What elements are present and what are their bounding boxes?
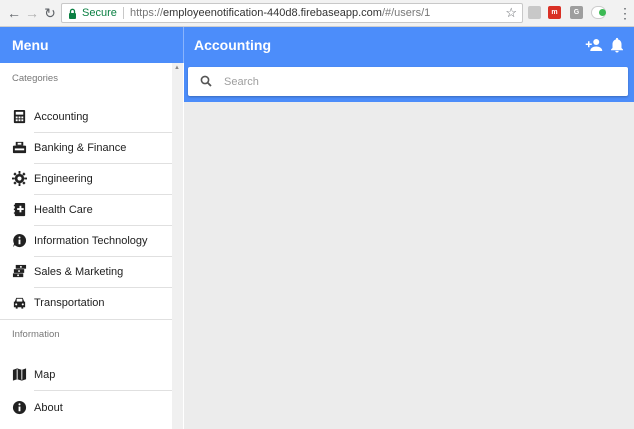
sidebar-item-engineering[interactable]: Engineering: [0, 164, 172, 195]
sidebar-item-transportation[interactable]: Transportation: [0, 288, 172, 319]
search-input[interactable]: [224, 72, 614, 91]
reload-icon[interactable]: ↻: [42, 5, 58, 21]
app-header: Menu Accounting: [0, 27, 634, 63]
sidebar-scrollbar[interactable]: [172, 63, 183, 429]
extension-toggle-icon[interactable]: [591, 6, 606, 19]
sidebar-item-label: Map: [34, 369, 56, 381]
sidebar-item-accounting[interactable]: Accounting: [0, 102, 172, 133]
sidebar-item-label: Sales & Marketing: [34, 266, 124, 278]
section-divider: [0, 319, 172, 320]
bookmark-star-icon[interactable]: ☆: [505, 5, 517, 21]
address-bar[interactable]: Secure https://employeenotification-440d…: [61, 3, 523, 23]
scroll-up-arrow-icon[interactable]: ▲: [174, 65, 180, 71]
add-person-icon[interactable]: [585, 36, 603, 54]
page-title: Accounting: [194, 37, 271, 53]
sidebar-item-map[interactable]: Map: [0, 360, 172, 391]
sidebar-item-health-care[interactable]: Health Care: [0, 195, 172, 226]
omnibox-divider: [123, 7, 124, 19]
categories-label: Categories: [12, 73, 58, 84]
bell-icon[interactable]: [608, 36, 626, 54]
browser-menu-icon[interactable]: ⋮: [618, 5, 632, 21]
menu-title: Menu: [12, 37, 49, 53]
gear-icon: [12, 171, 27, 186]
car-icon: [13, 297, 26, 309]
sidebar-item-label: Transportation: [34, 297, 105, 309]
sidebar-item-about[interactable]: About: [0, 393, 172, 424]
info-icon: [12, 400, 27, 415]
url-path: /#/users/1: [381, 7, 431, 19]
bank-icon: [12, 141, 27, 154]
map-icon: [12, 368, 27, 381]
info-bubble-icon: [12, 233, 27, 248]
sidebar-item-label: Banking & Finance: [34, 142, 127, 154]
extension-gmail-icon[interactable]: m: [548, 6, 561, 19]
calculator-icon: [13, 109, 26, 124]
sidebar-item-label: Engineering: [34, 173, 93, 185]
browser-toolbar: ← → ↻ Secure https://employeenotificatio…: [0, 0, 634, 27]
medical-book-icon: [13, 202, 26, 217]
url-host: employeenotification-440d8.firebaseapp.c…: [163, 7, 382, 19]
search-box[interactable]: [188, 67, 628, 96]
information-label: Information: [12, 329, 60, 340]
sidebar-item-banking-finance[interactable]: Banking & Finance: [0, 133, 172, 164]
extension-grey-icon[interactable]: [528, 6, 541, 19]
sidebar-item-label: About: [34, 402, 63, 414]
sidebar: ▲ Categories Accounting Banking & Financ…: [0, 63, 183, 429]
lock-icon: [69, 8, 76, 19]
sidebar-item-sales-marketing[interactable]: Sales & Marketing: [0, 257, 172, 288]
content-area: [184, 102, 634, 429]
secure-label: Secure: [82, 7, 117, 19]
search-icon: [200, 75, 212, 87]
url-text: https://employeenotification-440d8.fireb…: [130, 7, 430, 19]
extension-g-icon[interactable]: G: [570, 6, 583, 19]
forward-icon[interactable]: →: [24, 5, 40, 21]
item-divider: [34, 390, 172, 391]
money-stack-icon: [12, 264, 27, 278]
url-scheme: https://: [130, 7, 164, 19]
back-icon[interactable]: ←: [6, 5, 22, 21]
sidebar-item-label: Information Technology: [34, 235, 148, 247]
header-divider: [183, 27, 184, 63]
sidebar-item-information-technology[interactable]: Information Technology: [0, 226, 172, 257]
app-window: { "browser": { "secure_label": "Secure",…: [0, 0, 634, 429]
sidebar-item-label: Health Care: [34, 204, 93, 216]
sidebar-item-label: Accounting: [34, 111, 89, 123]
